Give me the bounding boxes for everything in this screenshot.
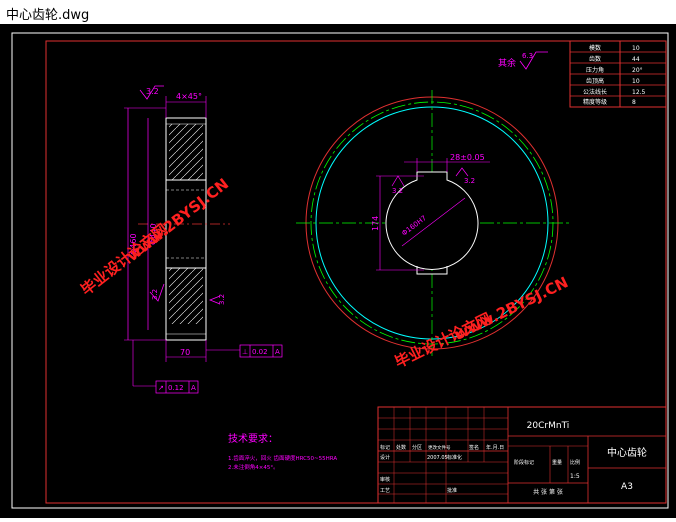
window-title: 中心齿轮.dwg <box>6 8 90 23</box>
runout-value: 0.12 <box>168 384 184 392</box>
tb-header-cell: 更改文件号 <box>428 444 451 451</box>
tb-date: 2007.05 <box>427 455 448 461</box>
tb-approve-label: 批准 <box>447 487 457 494</box>
drawing-canvas[interactable]: 模数 10 齿数 44 压力角 20° 齿顶高 10 公法线长 12.5 精度等… <box>0 24 676 518</box>
tb-standardization-label: 标准化 <box>447 454 462 461</box>
tb-header-cell: 签名 <box>469 444 479 451</box>
dim-bore-height: 174 <box>371 216 380 231</box>
param-value: 20° <box>632 67 643 74</box>
tb-scale: 1:5 <box>570 473 580 480</box>
tech-req-item: 2.未注倒角4×45°。 <box>228 463 279 471</box>
param-label: 齿顶高 <box>586 77 604 85</box>
param-value: 44 <box>632 56 640 63</box>
window-titlebar: 中心齿轮.dwg <box>0 0 676 25</box>
tb-header-cell: 年.月.日 <box>486 444 504 451</box>
param-label: 精度等级 <box>583 98 607 106</box>
dim-chamfer: 4×45° <box>176 92 202 101</box>
tb-weight-label: 重量 <box>552 459 562 466</box>
roughness-value: 6.3 <box>522 52 533 60</box>
tb-designer-label: 设计 <box>380 454 390 461</box>
side-right-roughness: 3.2 <box>218 294 226 305</box>
param-value: 12.5 <box>632 89 646 96</box>
tb-stage-label: 阶段标记 <box>514 459 534 466</box>
dim-keyway-width: 28±0.05 <box>450 153 485 162</box>
tb-scale-label: 比例 <box>570 459 580 466</box>
cad-viewer-window: 中心齿轮.dwg 模数 10 齿数 44 压力角 20° 齿顶高 10 公法线长… <box>0 0 676 518</box>
param-value: 10 <box>632 45 640 52</box>
tb-material: 20CrMnTi <box>527 421 570 431</box>
param-label: 齿数 <box>589 55 601 63</box>
tech-req-title: 技术要求： <box>228 432 278 445</box>
side-mid-roughness: 3.2 <box>151 289 159 300</box>
runout-datum: A <box>191 384 196 392</box>
tb-sheet-size: A3 <box>621 482 633 492</box>
param-label: 模数 <box>589 44 601 52</box>
param-label: 公法线长 <box>583 88 607 96</box>
perpendicularity-symbol: ⊥ <box>242 348 248 356</box>
perpendicularity-datum: A <box>275 348 280 356</box>
param-value: 10 <box>632 78 640 85</box>
tb-header-cell: 分区 <box>412 444 422 451</box>
keyway-roughness: 3.2 <box>464 177 475 185</box>
tb-review-label: 审核 <box>380 476 390 483</box>
tb-process-label: 工艺 <box>380 488 390 494</box>
tb-header-cell: 标记 <box>380 444 390 451</box>
tb-part-name: 中心齿轮 <box>607 446 647 459</box>
param-value: 8 <box>632 99 636 106</box>
tech-req-item: 1.齿面淬火，回火 齿面硬度HRC50~55HRA <box>228 454 337 462</box>
perpendicularity-value: 0.02 <box>252 348 268 356</box>
roughness-label: 其余 <box>498 57 516 69</box>
dim-width: 70 <box>180 348 190 357</box>
runout-symbol: ↗ <box>158 384 164 392</box>
tb-header-cell: 处数 <box>396 444 406 451</box>
bore-left-roughness: 3.2 <box>392 187 403 195</box>
tb-sheets: 共 张 第 张 <box>533 488 563 496</box>
drawing-svg[interactable]: 模数 10 齿数 44 压力角 20° 齿顶高 10 公法线长 12.5 精度等… <box>0 24 676 518</box>
side-top-roughness: 3.2 <box>146 87 159 96</box>
param-label: 压力角 <box>586 66 604 74</box>
